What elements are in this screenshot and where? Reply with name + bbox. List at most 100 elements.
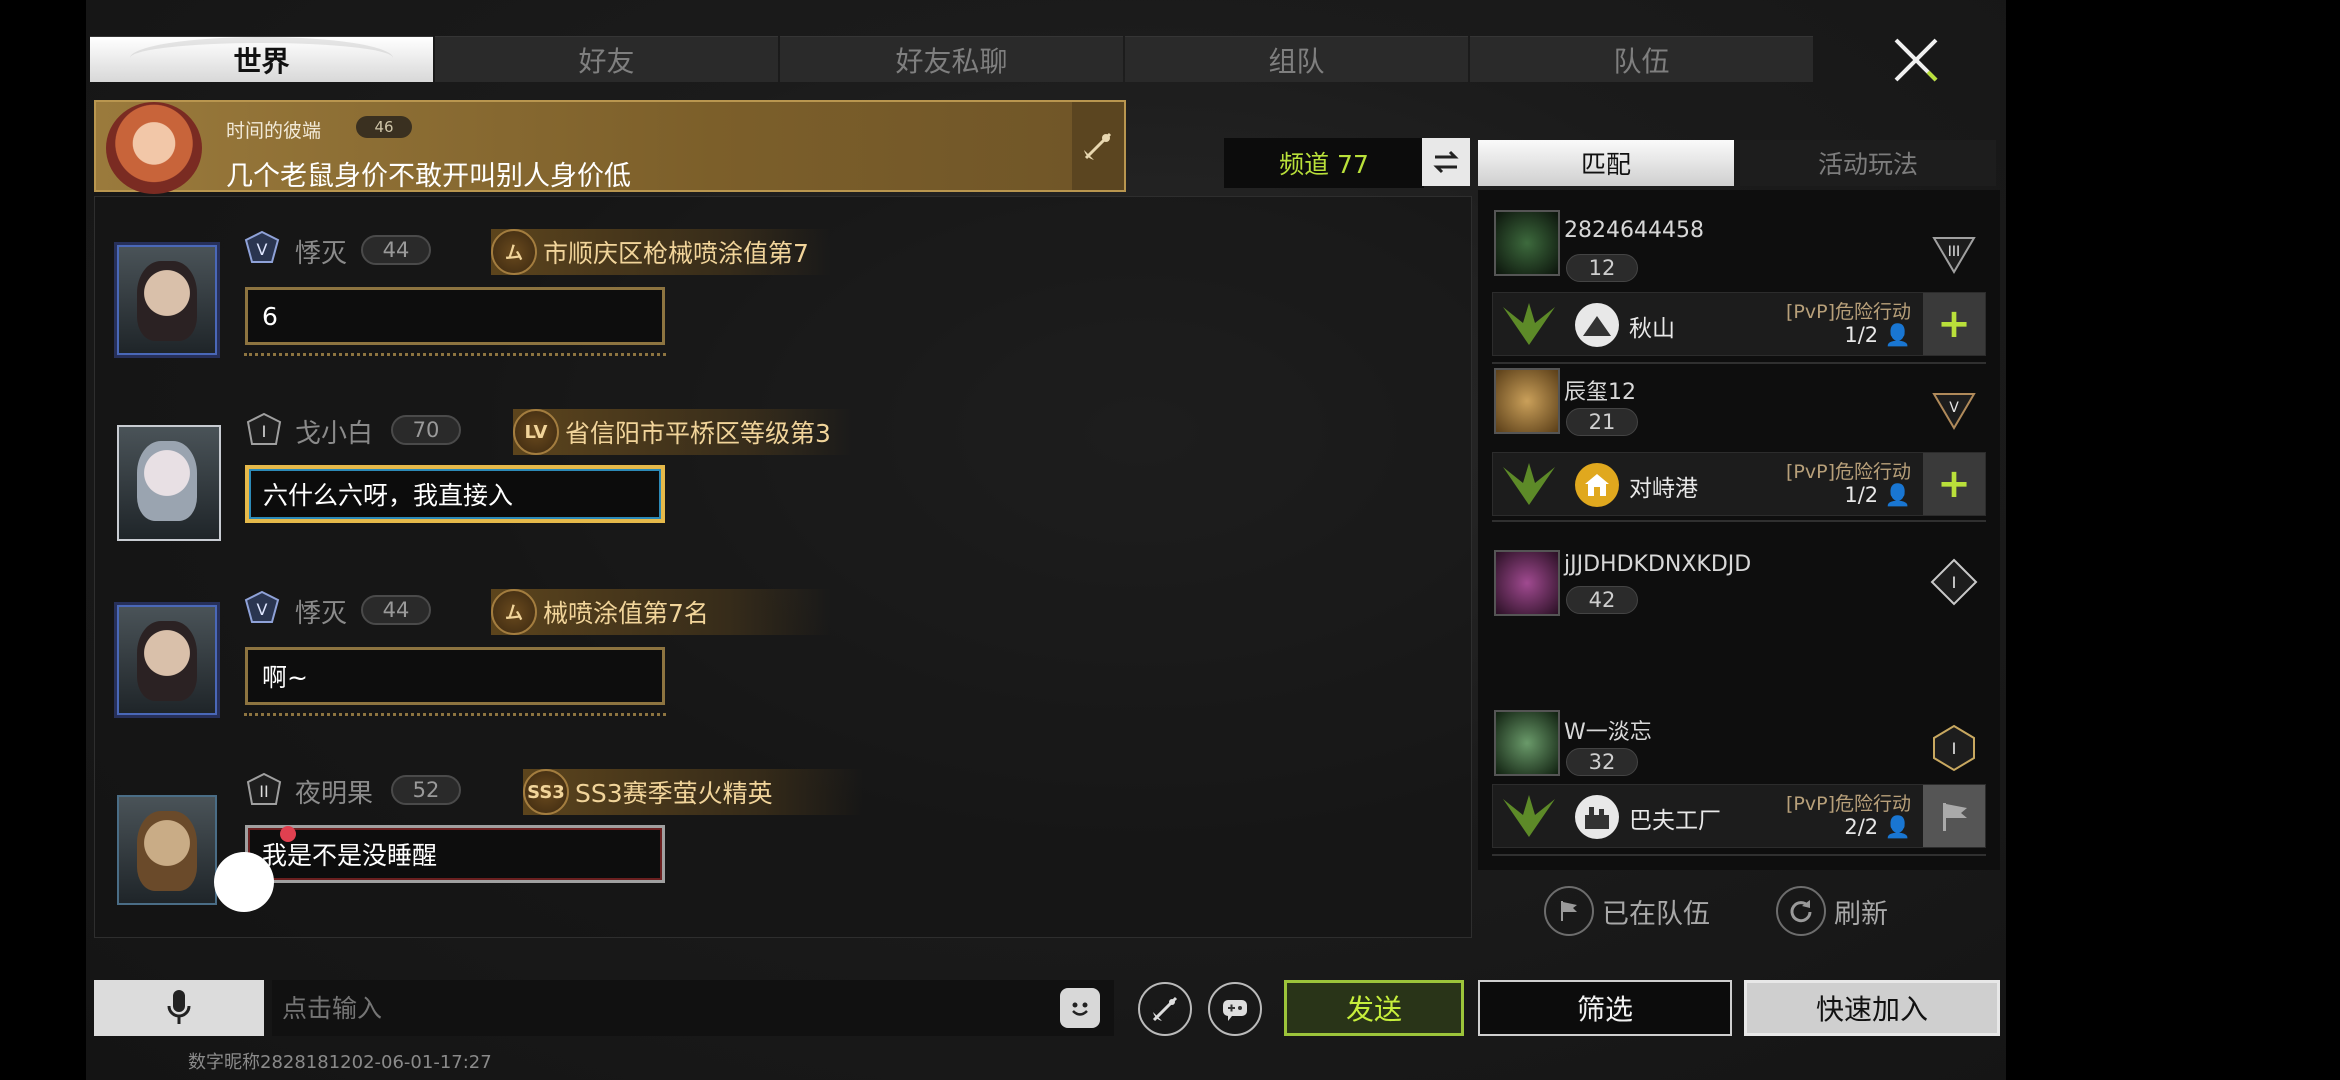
match-list[interactable]: 2824644458 12 III 秋山 [PvP]危险行动 1/2 👤 + 辰… <box>1478 190 2000 870</box>
avatar[interactable] <box>117 245 217 355</box>
avatar[interactable] <box>1494 210 1560 276</box>
map-name: 巴夫工厂 <box>1629 808 1721 834</box>
match-entry: 辰玺12 21 V 对峙港 [PvP]危险行动 1/2 👤 + <box>1478 368 2000 538</box>
satellite-icon <box>1084 132 1112 160</box>
sender-name: 悸灭 <box>295 239 348 269</box>
tab-team[interactable]: 队伍 <box>1470 36 1813 82</box>
svg-text:I: I <box>1952 739 1957 758</box>
broadcast-button[interactable] <box>1138 982 1192 1036</box>
avatar[interactable] <box>117 605 217 715</box>
message-text: 6 <box>262 301 278 331</box>
tab-match[interactable]: 匹配 <box>1478 140 1734 186</box>
filter-button[interactable]: 筛选 <box>1478 980 1732 1036</box>
match-entry: W一淡忘 32 I 巴夫工厂 [PvP]危险行动 2/2 👤 <box>1478 710 2000 870</box>
slot-count: 2/2 <box>1844 815 1879 839</box>
sender-level: 70 <box>391 415 461 445</box>
flag-icon <box>1544 886 1594 936</box>
match-panel: 匹配 活动玩法 2824644458 12 III 秋山 [PvP]危险行动 1… <box>1478 140 2000 940</box>
broadcast-banner: 时间的彼端 46 几个老鼠身价不敢开叫别人身价低 <box>94 100 1126 194</box>
svg-text:I: I <box>262 422 267 441</box>
gamepad-chat-icon <box>1223 1000 1247 1021</box>
chat-message: V 悸灭 44 ム 械喷涂值第7名 啊~ <box>95 585 1095 745</box>
tab-label: 好友私聊 <box>895 44 1008 78</box>
player-name: 辰玺12 <box>1564 380 1636 405</box>
player-level: 42 <box>1566 586 1638 614</box>
title-text: 市顺庆区枪械喷涂值第7 <box>543 239 809 268</box>
message-input[interactable] <box>272 980 1114 1036</box>
message-text: 啊~ <box>262 663 308 692</box>
avatar[interactable] <box>1494 368 1560 434</box>
emoji-button[interactable] <box>1060 988 1100 1028</box>
tab-label: 队伍 <box>1613 44 1670 78</box>
send-button[interactable]: 发送 <box>1284 980 1464 1036</box>
join-button[interactable]: + <box>1923 453 1985 515</box>
player-name: jJJDHDKDNXKDJD <box>1564 552 1752 577</box>
svg-text:III: III <box>1948 244 1960 260</box>
slot-count: 1/2 <box>1844 483 1879 507</box>
match-entry: jJJDHDKDNXKDJD 42 I <box>1478 546 2000 706</box>
svg-text:V: V <box>1949 400 1959 416</box>
broadcast-sender-name: 时间的彼端 <box>226 120 322 142</box>
slot-count: 1/2 <box>1844 323 1879 347</box>
quick-join-button[interactable]: 快速加入 <box>1744 980 2000 1036</box>
map-name: 对峙港 <box>1629 476 1698 502</box>
factory-icon <box>1575 795 1619 839</box>
divider <box>1492 854 1986 856</box>
in-team-button[interactable]: 已在队伍 <box>1544 886 1710 936</box>
match-entry: 2824644458 12 III 秋山 [PvP]危险行动 1/2 👤 + <box>1478 190 2000 364</box>
flag-icon <box>1943 803 1967 831</box>
notification-dot <box>280 826 296 842</box>
user-id-note: 数字昵称2828181202-06-01-17:27 <box>188 1052 492 1073</box>
rank-iii-icon: III <box>1932 237 1976 274</box>
match-bar: 巴夫工厂 [PvP]危险行动 2/2 👤 <box>1492 784 1986 848</box>
game-mode: [PvP]危险行动 <box>1786 793 1911 815</box>
sender-name: 戈小白 <box>295 419 374 449</box>
wing-icon <box>1503 463 1555 505</box>
wing-icon <box>1503 303 1555 345</box>
person-icon: 👤 <box>1884 483 1911 507</box>
refresh-icon <box>1776 886 1826 936</box>
broadcast-button[interactable] <box>1072 102 1124 190</box>
team-full-button[interactable] <box>1923 785 1985 847</box>
title-text: SS3赛季萤火精英 <box>575 779 773 808</box>
svg-text:II: II <box>259 782 268 801</box>
game-mode: [PvP]危险行动 <box>1786 461 1911 483</box>
floating-assist-button[interactable] <box>214 852 274 912</box>
sender-level: 44 <box>361 595 431 625</box>
quick-chat-button[interactable] <box>1208 982 1262 1036</box>
avatar[interactable] <box>1494 550 1560 616</box>
tab-party[interactable]: 组队 <box>1125 36 1468 82</box>
team-slots: 1/2 👤 <box>1844 323 1911 348</box>
voice-button[interactable] <box>94 980 264 1036</box>
person-icon: 👤 <box>1884 323 1911 347</box>
player-name: 2824644458 <box>1564 218 1704 243</box>
avatar[interactable] <box>117 795 217 905</box>
title-badge: SS3 SS3赛季萤火精英 <box>523 769 863 815</box>
avatar[interactable] <box>1494 710 1560 776</box>
channel-label[interactable]: 频道 77 <box>1224 138 1424 188</box>
avatar[interactable] <box>117 425 221 541</box>
title-text: 省信阳市平桥区等级第3 <box>565 419 831 448</box>
sender-level: 52 <box>391 775 461 805</box>
rank-i-icon: I <box>246 412 282 445</box>
chat-message: I 戈小白 70 LV 省信阳市平桥区等级第3 六什么六呀，我直接入 <box>95 405 1095 565</box>
chat-message-list[interactable]: V 悸灭 44 ム 市顺庆区枪械喷涂值第7 6 I 戈小白 70 LV 省信阳市 <box>94 196 1472 938</box>
tab-friends[interactable]: 好友 <box>435 36 778 82</box>
screen-margin <box>2006 0 2340 1080</box>
title-badge: ム 械喷涂值第7名 <box>491 589 831 635</box>
tab-friend-dm[interactable]: 好友私聊 <box>780 36 1123 82</box>
refresh-button[interactable]: 刷新 <box>1776 886 1888 936</box>
title-emblem-icon: ム <box>491 229 537 275</box>
tab-activity[interactable]: 活动玩法 <box>1740 140 1996 186</box>
team-slots: 1/2 👤 <box>1844 483 1911 508</box>
house-icon <box>1575 463 1619 507</box>
game-mode: [PvP]危险行动 <box>1786 301 1911 323</box>
switch-channel-button[interactable] <box>1422 138 1470 186</box>
match-bar: 秋山 [PvP]危险行动 1/2 👤 + <box>1492 292 1986 356</box>
close-button[interactable] <box>1876 20 1956 100</box>
svg-text:V: V <box>257 240 268 259</box>
svg-text:I: I <box>1952 573 1957 592</box>
join-button[interactable]: + <box>1923 293 1985 355</box>
tab-world[interactable]: 世界 <box>90 36 433 82</box>
rank-ii-icon: II <box>246 772 282 805</box>
